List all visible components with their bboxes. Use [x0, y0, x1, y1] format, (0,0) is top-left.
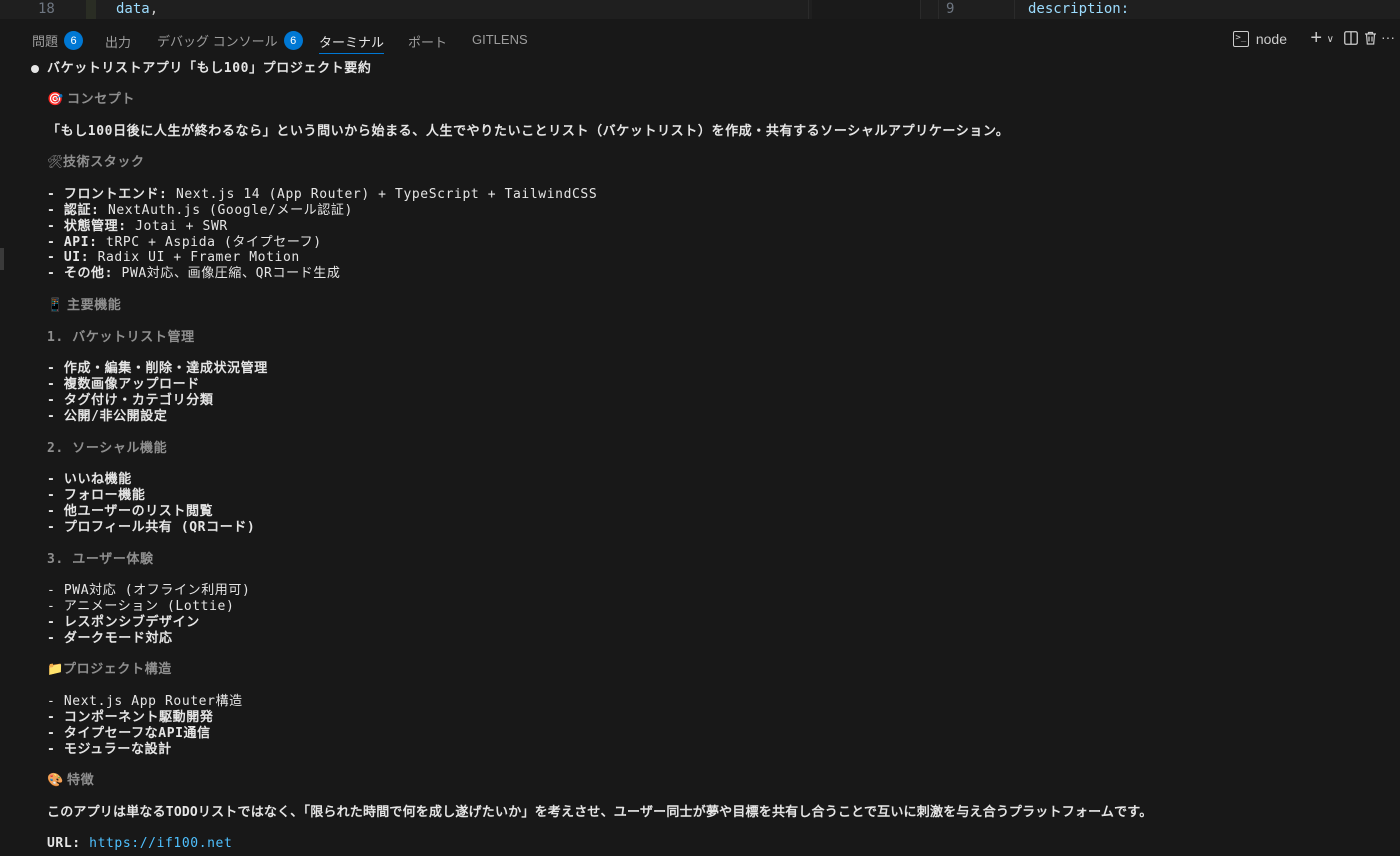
structure-item: - コンポーネント駆動開発	[47, 710, 214, 725]
summary-title: バケットリストアプリ「もし100」プロジェクト要約	[47, 61, 372, 76]
feature-item: - いいね機能	[47, 472, 132, 487]
stack-item: - その他: PWA対応、画像圧縮、QRコード生成	[47, 266, 341, 281]
tab-label: GITLENS	[472, 32, 528, 47]
palette-icon: 🎨	[47, 773, 64, 788]
target-icon: 🎯	[47, 92, 64, 107]
editor-divider	[1014, 0, 1015, 19]
line-number: 18	[38, 1, 55, 17]
feature-item: - 公開/非公開設定	[47, 409, 168, 424]
terminal-dropdown-button[interactable]: ∨	[1327, 34, 1334, 45]
trash-icon	[1365, 31, 1376, 45]
editor-divider	[938, 0, 939, 19]
structure-item: - モジュラーな設計	[47, 742, 172, 757]
stack-item: - UI: Radix UI + Framer Motion	[47, 250, 300, 265]
concept-heading: 🎯 コンセプト	[47, 92, 136, 107]
folder-icon: 📁	[47, 662, 64, 677]
stack-heading: 🛠技術スタック	[47, 155, 145, 170]
more-actions-button[interactable]: ···	[1381, 29, 1395, 45]
structure-item: - Next.js App Router構造	[47, 694, 243, 709]
line-number: 9	[946, 1, 955, 17]
code-line[interactable]: description:	[1028, 1, 1129, 17]
terminal-icon: >_	[1232, 31, 1249, 47]
debug-count-badge: 6	[283, 31, 303, 50]
terminal-shell-selector[interactable]: >_ node	[1232, 31, 1287, 47]
tab-label: 問題	[32, 34, 59, 49]
feature-item: - PWA対応 (オフライン利用可)	[47, 583, 251, 598]
traits-heading: 🎨 特徴	[47, 773, 95, 788]
tab-label: 出力	[105, 35, 132, 50]
feature-item: - 他ユーザーのリスト閲覧	[47, 504, 214, 519]
url-link[interactable]: https://if100.net	[89, 836, 232, 851]
feature-group-heading: 3. ユーザー体験	[47, 552, 154, 567]
indent-guide	[86, 0, 96, 19]
tab-label: ポート	[408, 35, 448, 50]
features-heading: 📱 主要機能	[47, 298, 122, 313]
feature-group-heading: 2. ソーシャル機能	[47, 441, 168, 456]
feature-item: - タグ付け・カテゴリ分類	[47, 393, 214, 408]
tab-ports[interactable]: ポート	[408, 32, 447, 51]
tab-gitlens[interactable]: GITLENS	[472, 32, 528, 47]
structure-heading: 📁プロジェクト構造	[47, 662, 172, 677]
traits-text: このアプリは単なるTODOリストではなく、「限られた時間で何を成し遂げたいか」を…	[47, 805, 1153, 820]
editor-divider	[808, 0, 809, 19]
split-terminal-button[interactable]	[1344, 31, 1358, 45]
feature-item: - 作成・編集・削除・達成状況管理	[47, 361, 268, 376]
tab-problems[interactable]: 問題 6	[32, 31, 84, 50]
plus-icon: +	[1310, 27, 1322, 49]
terminal-output[interactable]: バケットリストアプリ「もし100」プロジェクト要約 🎯 コンセプト 「もし100日…	[0, 57, 1400, 856]
ellipsis-icon: ···	[1381, 29, 1395, 45]
stack-item: - 状態管理: Jotai + SWR	[47, 219, 228, 234]
phone-icon: 📱	[47, 298, 64, 313]
minimap	[812, 0, 920, 19]
tab-output[interactable]: 出力	[105, 32, 131, 51]
feature-item: - 複数画像アップロード	[47, 377, 200, 392]
editor-divider	[920, 0, 921, 19]
feature-item: - ダークモード対応	[47, 631, 173, 646]
stack-item: - 認証: NextAuth.js (Google/メール認証)	[47, 203, 353, 218]
url-line: URL: https://if100.net	[47, 836, 233, 851]
feature-item: - レスポンシブデザイン	[47, 615, 200, 630]
feature-item: - プロフィール共有 (QRコード)	[47, 520, 256, 535]
code-line[interactable]: data,	[116, 1, 158, 17]
structure-item: - タイプセーフなAPI通信	[47, 726, 211, 741]
tools-icon: 🛠	[47, 155, 65, 170]
kill-terminal-button[interactable]	[1364, 31, 1377, 45]
editor-strip: 18 data, 9 description:	[0, 0, 1400, 19]
split-icon	[1344, 31, 1358, 45]
bullet-icon	[31, 65, 39, 73]
tab-terminal[interactable]: ターミナル	[319, 32, 385, 54]
shell-label: node	[1255, 31, 1287, 47]
panel-tab-bar: 問題 6 出力 デバッグ コンソール 6 ターミナル ポート GITLENS	[0, 19, 1400, 57]
tab-debug-console[interactable]: デバッグ コンソール 6	[157, 31, 303, 50]
problems-count-badge: 6	[64, 31, 84, 50]
feature-item: - フォロー機能	[47, 488, 146, 503]
new-terminal-button[interactable]: +	[1310, 27, 1322, 50]
tab-label: デバッグ コンソール	[157, 34, 278, 49]
feature-item: - アニメーション (Lottie)	[47, 599, 235, 614]
stack-item: - API: tRPC + Aspida (タイプセーフ)	[47, 235, 322, 250]
stack-item: - フロントエンド: Next.js 14 (App Router) + Typ…	[47, 187, 598, 202]
feature-group-heading: 1. バケットリスト管理	[47, 330, 195, 345]
concept-text: 「もし100日後に人生が終わるなら」という問いから始まる、人生でやりたいことリス…	[47, 124, 1010, 139]
tab-label: ターミナル	[319, 35, 385, 50]
chevron-down-icon: ∨	[1326, 34, 1334, 45]
